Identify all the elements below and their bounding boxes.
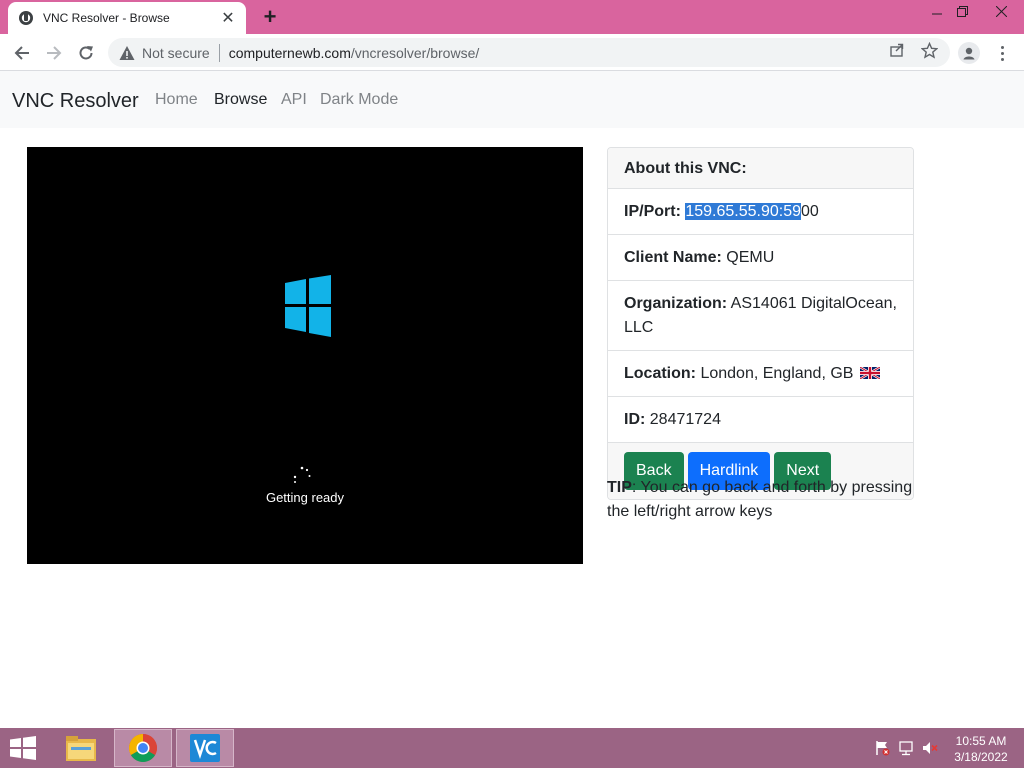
bookmark-star-icon[interactable] xyxy=(920,41,938,59)
share-icon[interactable] xyxy=(888,41,906,59)
card-header: About this VNC: xyxy=(608,148,913,189)
id-value: 28471724 xyxy=(649,411,721,428)
location-label: Location: xyxy=(624,365,696,382)
ip-port-selected-text[interactable]: 159.65.55.90:59 xyxy=(685,203,802,220)
volume-muted-icon[interactable] xyxy=(921,740,939,756)
forward-arrow-icon[interactable] xyxy=(42,41,66,65)
close-icon[interactable]: ✕ xyxy=(220,10,236,27)
loading-spinner-icon xyxy=(293,466,311,483)
nav-link-browse[interactable]: Browse xyxy=(214,91,267,109)
taskbar-clock[interactable]: 10:55 AM 3/18/2022 xyxy=(944,733,1018,765)
client-name-label: Client Name: xyxy=(624,249,722,266)
network-icon[interactable] xyxy=(897,740,915,756)
site-brand[interactable]: VNC Resolver xyxy=(12,90,139,113)
nav-link-home[interactable]: Home xyxy=(155,91,198,109)
nav-link-api[interactable]: API xyxy=(281,91,307,109)
nav-link-dark-mode[interactable]: Dark Mode xyxy=(320,91,398,109)
restore-icon[interactable] xyxy=(945,0,979,22)
id-row: ID: 28471724 xyxy=(608,397,913,443)
taskbar-vnc-viewer[interactable] xyxy=(176,729,234,767)
chrome-icon xyxy=(129,734,157,762)
taskbar-chrome[interactable] xyxy=(114,729,172,767)
tip-body: : You can go back and forth by pressing … xyxy=(607,479,913,520)
url-path: /vncresolver/browse/ xyxy=(350,44,480,61)
profile-avatar-icon[interactable] xyxy=(958,42,980,64)
browser-toolbar: Not secure computernewb.com/vncresolver/… xyxy=(0,34,1024,71)
location-row: Location: London, England, GB xyxy=(608,351,913,397)
site-navbar: VNC Resolver Home Browse API Dark Mode xyxy=(0,71,1024,128)
reload-icon[interactable] xyxy=(74,41,98,65)
url-text[interactable]: computernewb.com/vncresolver/browse/ xyxy=(229,45,480,61)
ip-port-value-rest[interactable]: 00 xyxy=(801,203,819,220)
ip-port-row: IP/Port: 159.65.55.90:5900 xyxy=(608,189,913,235)
browser-tab[interactable]: VNC Resolver - Browse ✕ xyxy=(8,2,246,34)
tip-text: TIP: You can go back and forth by pressi… xyxy=(607,476,919,524)
id-label: ID: xyxy=(624,411,646,428)
folder-icon xyxy=(66,736,96,761)
security-status-label[interactable]: Not secure xyxy=(142,45,210,61)
tip-label: TIP xyxy=(607,479,632,496)
client-name-row: Client Name: QEMU xyxy=(608,235,913,281)
address-bar[interactable]: Not secure computernewb.com/vncresolver/… xyxy=(108,38,950,67)
vnc-status-text: Getting ready xyxy=(265,490,345,505)
location-value: London, England, GB xyxy=(700,365,854,382)
omnibox-divider xyxy=(218,43,220,62)
ip-port-value[interactable]: 159.65.55.90:5900 xyxy=(685,203,819,220)
site-favicon-icon xyxy=(18,10,34,26)
clock-time: 10:55 AM xyxy=(955,734,1007,748)
windows-start-icon[interactable] xyxy=(8,736,38,760)
organization-label: Organization: xyxy=(624,295,728,312)
window-close-icon[interactable] xyxy=(984,0,1018,22)
organization-row: Organization: AS14061 DigitalOcean, LLC xyxy=(608,281,913,351)
vnc-viewer-icon xyxy=(190,734,220,762)
client-name-value: QEMU xyxy=(726,249,775,266)
browser-tab-strip: VNC Resolver - Browse ✕ + xyxy=(0,0,1024,34)
warning-icon[interactable] xyxy=(118,44,136,62)
browser-menu-icon[interactable] xyxy=(994,42,1010,64)
url-host: computernewb.com xyxy=(228,44,351,61)
taskbar-file-explorer[interactable] xyxy=(52,729,110,767)
vnc-screenshot: Getting ready xyxy=(27,147,583,564)
uk-flag-icon xyxy=(859,367,880,379)
windows-logo-icon xyxy=(285,275,331,337)
windows-taskbar: 10:55 AM 3/18/2022 xyxy=(0,728,1024,768)
back-arrow-icon[interactable] xyxy=(10,41,34,65)
new-tab-plus-icon[interactable]: + xyxy=(259,4,281,29)
vnc-info-card: About this VNC: IP/Port: 159.65.55.90:59… xyxy=(607,147,914,500)
action-center-flag-icon[interactable] xyxy=(873,740,891,756)
ip-port-label: IP/Port: xyxy=(624,203,681,220)
clock-date: 3/18/2022 xyxy=(954,750,1008,764)
tab-title: VNC Resolver - Browse xyxy=(43,11,170,25)
